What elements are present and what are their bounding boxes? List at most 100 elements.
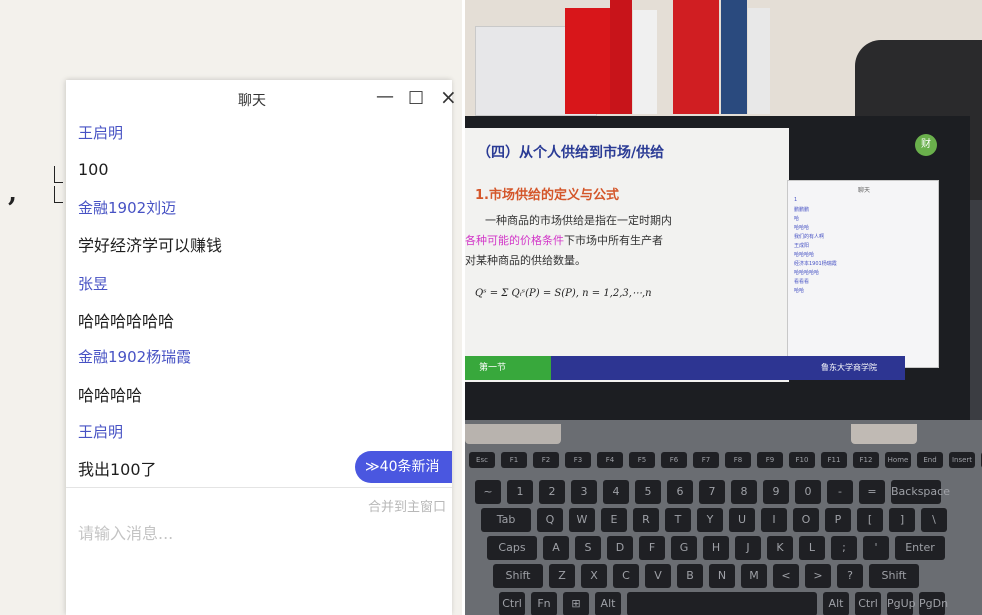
merge-to-main-window-link[interactable]: 合并到主窗口 bbox=[368, 496, 446, 515]
message-sender[interactable]: 王启明 bbox=[78, 122, 123, 143]
message-sender[interactable]: 张昱 bbox=[78, 273, 108, 294]
book bbox=[673, 0, 719, 114]
slide-text: 各种可能的价格条件下市场中所有生产者 bbox=[465, 232, 663, 248]
keyboard-key: ? bbox=[837, 564, 863, 588]
slide-formula: Qˢ = Σ Qᵢˢ(P) = S(P), n = 1,2,3,⋯,n bbox=[475, 288, 652, 299]
keyboard-key: E bbox=[601, 508, 627, 532]
message-sender[interactable]: 金融1902刘迈 bbox=[78, 197, 176, 218]
keyboard-key: 0 bbox=[795, 480, 821, 504]
keyboard-key: End bbox=[917, 452, 943, 468]
message-sender[interactable]: 金融1902杨瑞霞 bbox=[78, 346, 191, 367]
keyboard-key: 3 bbox=[571, 480, 597, 504]
mini-chat-title: 聊天 bbox=[858, 187, 871, 194]
message-text: 我出100了 bbox=[78, 460, 157, 479]
keyboard-key: 8 bbox=[731, 480, 757, 504]
keyboard-key: 7 bbox=[699, 480, 725, 504]
keyboard-key: 2 bbox=[539, 480, 565, 504]
book bbox=[610, 0, 632, 114]
keyboard-key: F2 bbox=[533, 452, 559, 468]
keyboard-key: O bbox=[793, 508, 819, 532]
keyboard-key: Q bbox=[537, 508, 563, 532]
keyboard-key: 9 bbox=[763, 480, 789, 504]
keyboard-key: V bbox=[645, 564, 671, 588]
chat-title: 聊天 bbox=[238, 93, 266, 109]
keyboard-key: > bbox=[805, 564, 831, 588]
close-button[interactable]: × bbox=[440, 86, 457, 108]
document-comma: , bbox=[8, 178, 18, 208]
keyboard-key: P bbox=[825, 508, 851, 532]
keyboard-key: Fn bbox=[531, 592, 557, 615]
keyboard-key: Shift bbox=[869, 564, 919, 588]
keyboard-key: 6 bbox=[667, 480, 693, 504]
keyboard-key: Alt bbox=[823, 592, 849, 615]
document-bracket-mark bbox=[54, 166, 63, 183]
keyboard-key: Y bbox=[697, 508, 723, 532]
keyboard-key: Ctrl bbox=[855, 592, 881, 615]
lecture-slide: （四）从个人供给到市场/供给 1.市场供给的定义与公式 一种商品的市场供给是指在… bbox=[465, 128, 789, 382]
keyboard-key: ⊞ bbox=[563, 592, 589, 615]
keyboard-key: ; bbox=[831, 536, 857, 560]
maximize-button[interactable]: □ bbox=[408, 86, 424, 108]
slide-text: 下市场中所有生产者 bbox=[564, 234, 663, 247]
keyboard-key: 4 bbox=[603, 480, 629, 504]
keyboard-key: Alt bbox=[595, 592, 621, 615]
mini-chat-line: 哈哈哈哈哈 bbox=[794, 270, 820, 276]
slide-subtitle: 1.市场供给的定义与公式 bbox=[475, 188, 619, 203]
laptop-hinge bbox=[851, 424, 917, 444]
mini-chat-line: 哈哈哈 bbox=[794, 225, 810, 231]
keyboard-key: PgDn bbox=[919, 592, 948, 615]
keyboard-key: H bbox=[703, 536, 729, 560]
slide-text: 一种商品的市场供给是指在一定时期内 bbox=[485, 214, 672, 227]
keyboard-key: F3 bbox=[565, 452, 591, 468]
book bbox=[633, 10, 657, 114]
keyboard-key: \ bbox=[921, 508, 947, 532]
keyboard-key: Tab bbox=[481, 508, 531, 532]
keyboard-key: Esc bbox=[469, 452, 495, 468]
keyboard-key: W bbox=[569, 508, 595, 532]
keyboard-key: T bbox=[665, 508, 691, 532]
keyboard-key: Z bbox=[549, 564, 575, 588]
mini-chat-line: 王成阳 bbox=[794, 243, 810, 249]
mini-chat-line: 经济本1901杨瑞霞 bbox=[794, 261, 837, 267]
message-text: 哈哈哈哈哈哈 bbox=[78, 312, 175, 331]
keyboard-key: 5 bbox=[635, 480, 661, 504]
mini-chat-line: 1 bbox=[794, 197, 798, 203]
keyboard-key: J bbox=[735, 536, 761, 560]
keyboard-key: - bbox=[827, 480, 853, 504]
new-messages-button[interactable]: ≫40条新消息 bbox=[355, 451, 452, 507]
laptop-photo: （四）从个人供给到市场/供给 1.市场供给的定义与公式 一种商品的市场供给是指在… bbox=[465, 0, 982, 615]
keyboard-key: ~ bbox=[475, 480, 501, 504]
message-sender[interactable]: 王启明 bbox=[78, 421, 123, 442]
keyboard-key: Backspace bbox=[891, 480, 950, 504]
keyboard-key: Home bbox=[885, 452, 911, 468]
keyboard-key: D bbox=[607, 536, 633, 560]
slide-highlight-text: 各种可能的价格条件 bbox=[465, 234, 564, 247]
keyboard-key: PgUp bbox=[887, 592, 916, 615]
message-text: 100 bbox=[78, 160, 109, 179]
keyboard-key: F11 bbox=[821, 452, 847, 468]
mini-chat-window: 聊天 1 鹏鹏鹏 哈 哈哈哈 我们的有人啊 王成阳 哈哈哈哈 经济本1901杨瑞… bbox=[787, 180, 939, 368]
keyboard-key: I bbox=[761, 508, 787, 532]
slide-footer-text: 鲁东大学商学院 bbox=[821, 363, 877, 372]
keyboard-key: C bbox=[613, 564, 639, 588]
chat-message-list[interactable]: 王启明 100 金融1902刘迈 学好经济学可以赚钱 张昱 哈哈哈哈哈哈 金融1… bbox=[66, 118, 452, 490]
keyboard-key: X bbox=[581, 564, 607, 588]
keyboard-key: 1 bbox=[507, 480, 533, 504]
document-bracket-mark bbox=[54, 186, 63, 203]
input-divider bbox=[66, 487, 452, 488]
mini-chat-line: 哈 bbox=[794, 216, 800, 222]
keyboard-key: U bbox=[729, 508, 755, 532]
keyboard-key: A bbox=[543, 536, 569, 560]
book bbox=[748, 8, 770, 114]
keyboard-key: Ctrl bbox=[499, 592, 525, 615]
minimize-button[interactable]: — bbox=[376, 86, 394, 108]
keyboard-key: Caps bbox=[487, 536, 537, 560]
mini-chat-line: 我们的有人啊 bbox=[794, 234, 825, 240]
keyboard-key: F8 bbox=[725, 452, 751, 468]
message-text: 学好经济学可以赚钱 bbox=[78, 236, 223, 255]
keyboard-key: M bbox=[741, 564, 767, 588]
keyboard-key: F bbox=[639, 536, 665, 560]
message-input[interactable]: 请输入消息... bbox=[78, 520, 173, 544]
keyboard-key: F7 bbox=[693, 452, 719, 468]
slide-section-label: 第一节 bbox=[465, 356, 551, 380]
